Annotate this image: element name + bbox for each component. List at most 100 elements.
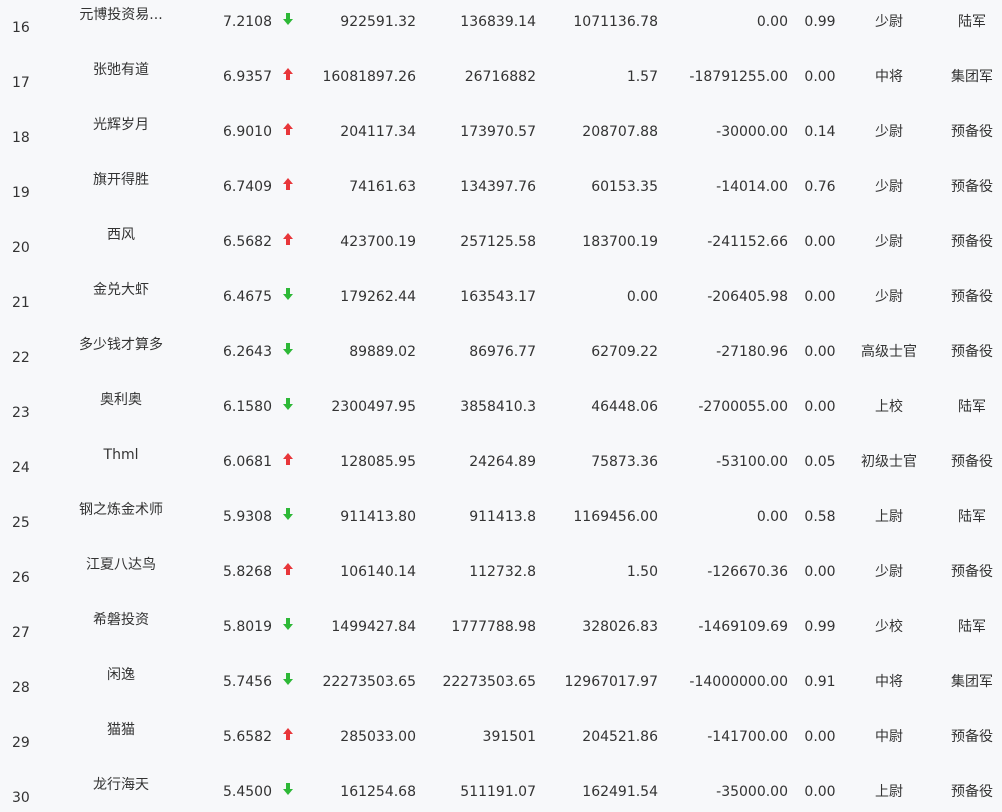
trader-name[interactable]: 猫猫 — [70, 710, 172, 765]
trader-name[interactable]: 西风 — [70, 215, 172, 270]
value-col-4: -14014.00 — [716, 179, 788, 195]
table-row[interactable]: 25 钢之炼金术师 5.9308 911413.80 911413.8 1169456.0… — [0, 490, 1002, 545]
value-col-4: -2700055.00 — [698, 399, 788, 415]
value-col-2: 86976.77 — [469, 344, 536, 360]
rank-number: 24 — [12, 460, 30, 476]
score-value: 6.5682 — [223, 234, 272, 250]
value-col-2: 134397.76 — [460, 179, 536, 195]
military-rank: 上尉 — [875, 509, 903, 525]
trader-name[interactable]: 江夏八达鸟 — [70, 545, 172, 600]
value-col-1: 922591.32 — [340, 14, 416, 30]
value-col-1: 911413.80 — [340, 509, 416, 525]
score-value: 6.4675 — [223, 289, 272, 305]
ratio-value: 0.91 — [804, 674, 836, 690]
value-col-4: -126670.36 — [707, 564, 788, 580]
value-col-3: 1.57 — [626, 69, 658, 85]
arrow-down-icon — [280, 0, 296, 50]
arrow-down-icon — [280, 600, 296, 655]
value-col-4: 0.00 — [756, 509, 788, 525]
branch-label: 预备役 — [951, 234, 993, 250]
military-rank: 上尉 — [875, 784, 903, 800]
arrow-up-icon — [280, 215, 296, 270]
table-row[interactable]: 29 猫猫 5.6582 285033.00 391501 204521.86 -14170… — [0, 710, 1002, 765]
rank-number: 16 — [12, 20, 30, 36]
value-col-2: 391501 — [482, 729, 536, 745]
branch-label: 预备役 — [951, 344, 993, 360]
trader-name[interactable]: 多少钱才算多 — [70, 325, 172, 380]
value-col-2: 24264.89 — [469, 454, 536, 470]
arrow-down-icon — [280, 270, 296, 325]
ratio-value: 0.14 — [804, 124, 836, 140]
military-rank: 少尉 — [875, 289, 903, 305]
trader-name[interactable]: 闲逸 — [70, 655, 172, 710]
trader-name[interactable]: 光辉岁月 — [70, 105, 172, 160]
table-row[interactable]: 30 龙行海天 5.4500 161254.68 511191.07 162491.54 -… — [0, 765, 1002, 812]
table-row[interactable]: 27 希磐投资 5.8019 1499427.84 1777788.98 328026.8… — [0, 600, 1002, 655]
trader-name[interactable]: 张弛有道 — [70, 50, 172, 105]
branch-label: 集团军 — [951, 69, 993, 85]
trader-name[interactable]: 元博投资易... — [70, 0, 172, 50]
military-rank: 少校 — [875, 619, 903, 635]
ratio-value: 0.99 — [804, 619, 836, 635]
branch-label: 预备役 — [951, 784, 993, 800]
score-value: 7.2108 — [223, 14, 272, 30]
ranking-table: 16 元博投资易... 7.2108 922591.32 136839.14 107113… — [0, 0, 1002, 807]
value-col-4: -14000000.00 — [689, 674, 788, 690]
score-value: 5.9308 — [223, 509, 272, 525]
trader-name[interactable]: Thml — [70, 435, 172, 490]
ratio-value: 0.00 — [804, 69, 836, 85]
trader-name[interactable]: 龙行海天 — [70, 765, 172, 812]
table-row[interactable]: 16 元博投资易... 7.2108 922591.32 136839.14 107113… — [0, 0, 1002, 50]
table-row[interactable]: 23 奥利奥 6.1580 2300497.95 3858410.3 46448.06 -2… — [0, 380, 1002, 435]
ratio-value: 0.00 — [804, 564, 836, 580]
score-value: 5.8019 — [223, 619, 272, 635]
table-row[interactable]: 19 旗开得胜 6.7409 74161.63 134397.76 60153.35 -14… — [0, 160, 1002, 215]
value-col-1: 89889.02 — [349, 344, 416, 360]
table-row[interactable]: 20 西风 6.5682 423700.19 257125.58 183700.19 -24… — [0, 215, 1002, 270]
rank-number: 29 — [12, 735, 30, 751]
military-rank: 中将 — [875, 69, 903, 85]
trader-name[interactable]: 旗开得胜 — [70, 160, 172, 215]
trader-name[interactable]: 金兑大虾 — [70, 270, 172, 325]
value-col-1: 161254.68 — [340, 784, 416, 800]
score-value: 5.4500 — [223, 784, 272, 800]
military-rank: 少尉 — [875, 234, 903, 250]
value-col-1: 22273503.65 — [322, 674, 416, 690]
trader-name[interactable]: 钢之炼金术师 — [70, 490, 172, 545]
value-col-4: -18791255.00 — [689, 69, 788, 85]
value-col-1: 128085.95 — [340, 454, 416, 470]
value-col-3: 46448.06 — [591, 399, 658, 415]
arrow-up-icon — [280, 50, 296, 105]
branch-label: 预备役 — [951, 179, 993, 195]
value-col-4: -1469109.69 — [698, 619, 788, 635]
table-row[interactable]: 28 闲逸 5.7456 22273503.65 22273503.65 12967017… — [0, 655, 1002, 710]
value-col-2: 3858410.3 — [460, 399, 536, 415]
value-col-1: 1499427.84 — [331, 619, 416, 635]
score-value: 6.2643 — [223, 344, 272, 360]
rank-number: 30 — [12, 790, 30, 806]
branch-label: 陆军 — [958, 399, 986, 415]
trader-name[interactable]: 奥利奥 — [70, 380, 172, 435]
trader-name[interactable]: 希磐投资 — [70, 600, 172, 655]
arrow-up-icon — [280, 710, 296, 765]
rank-number: 23 — [12, 405, 30, 421]
table-row[interactable]: 26 江夏八达鸟 5.8268 106140.14 112732.8 1.50 -12667… — [0, 545, 1002, 600]
ratio-value: 0.76 — [804, 179, 836, 195]
military-rank: 少尉 — [875, 564, 903, 580]
ratio-value: 0.00 — [804, 234, 836, 250]
table-row[interactable]: 18 光辉岁月 6.9010 204117.34 173970.57 208707.88 -… — [0, 105, 1002, 160]
table-row[interactable]: 21 金兑大虾 6.4675 179262.44 163543.17 0.00 -20640… — [0, 270, 1002, 325]
ratio-value: 0.00 — [804, 344, 836, 360]
value-col-3: 328026.83 — [582, 619, 658, 635]
ratio-value: 0.00 — [804, 729, 836, 745]
value-col-3: 62709.22 — [591, 344, 658, 360]
ratio-value: 0.05 — [804, 454, 836, 470]
ratio-value: 0.00 — [804, 289, 836, 305]
table-row[interactable]: 17 张弛有道 6.9357 16081897.26 26716882 1.57 -1879… — [0, 50, 1002, 105]
value-col-2: 26716882 — [464, 69, 536, 85]
table-row[interactable]: 24 Thml 6.0681 128085.95 24264.89 75873.36 -53… — [0, 435, 1002, 490]
branch-label: 预备役 — [951, 289, 993, 305]
branch-label: 陆军 — [958, 14, 986, 30]
table-row[interactable]: 22 多少钱才算多 6.2643 89889.02 86976.77 62709.22 -2… — [0, 325, 1002, 380]
arrow-down-icon — [280, 380, 296, 435]
